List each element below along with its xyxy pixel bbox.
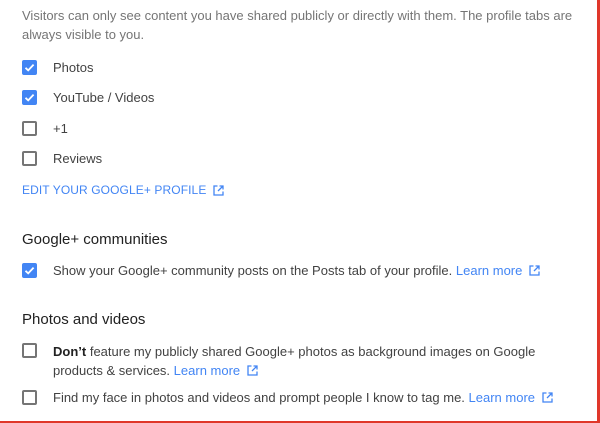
edit-profile-link-label: EDIT YOUR GOOGLE+ PROFILE xyxy=(22,183,207,197)
background-photos-checkbox[interactable] xyxy=(22,343,37,358)
plus-one-label: +1 xyxy=(53,121,68,136)
tab-option-plus-one[interactable]: +1 xyxy=(22,120,68,138)
reviews-checkbox[interactable] xyxy=(22,151,37,166)
edit-profile-link[interactable]: EDIT YOUR GOOGLE+ PROFILE xyxy=(22,183,225,197)
photos-checkbox[interactable] xyxy=(22,60,37,75)
background-photos-label: Don’t feature my publicly shared Google+… xyxy=(53,342,588,380)
background-photos-learn-more-link[interactable]: Learn more xyxy=(174,363,258,378)
community-learn-more-link[interactable]: Learn more xyxy=(456,263,541,278)
tab-option-photos[interactable]: Photos xyxy=(22,59,93,77)
checkmark-icon xyxy=(24,266,35,275)
background-photos-text: feature my publicly shared Google+ photo… xyxy=(53,344,536,378)
face-tagging-checkbox[interactable] xyxy=(22,390,37,405)
tab-option-reviews[interactable]: Reviews xyxy=(22,150,102,168)
youtube-videos-checkbox[interactable] xyxy=(22,90,37,105)
reviews-label: Reviews xyxy=(53,151,103,166)
checkmark-icon xyxy=(24,93,35,102)
photos-videos-heading: Photos and videos xyxy=(22,311,146,328)
tab-option-youtube-videos[interactable]: YouTube / Videos xyxy=(22,89,154,107)
background-photos-option[interactable]: Don’t feature my publicly shared Google+… xyxy=(22,342,588,380)
external-link-icon xyxy=(542,392,553,403)
community-posts-option[interactable]: Show your Google+ community posts on the… xyxy=(22,262,541,280)
external-link-icon xyxy=(213,184,225,196)
community-posts-checkbox[interactable] xyxy=(22,263,37,278)
youtube-videos-label: YouTube / Videos xyxy=(53,90,155,105)
external-link-icon xyxy=(247,365,258,376)
face-tagging-option[interactable]: Find my face in photos and videos and pr… xyxy=(22,389,553,407)
community-posts-label: Show your Google+ community posts on the… xyxy=(53,262,541,280)
face-tagging-label: Find my face in photos and videos and pr… xyxy=(53,389,553,407)
external-link-icon xyxy=(529,265,541,276)
dont-emphasis: Don’t xyxy=(53,344,87,359)
face-tagging-learn-more-link[interactable]: Learn more xyxy=(469,390,553,405)
photos-label: Photos xyxy=(53,60,94,75)
plus-one-checkbox[interactable] xyxy=(22,121,37,136)
communities-heading: Google+ communities xyxy=(22,231,168,248)
face-tagging-text: Find my face in photos and videos and pr… xyxy=(53,390,465,405)
checkmark-icon xyxy=(24,63,35,72)
visibility-description: Visitors can only see content you have s… xyxy=(22,8,573,42)
community-posts-text: Show your Google+ community posts on the… xyxy=(53,263,453,278)
